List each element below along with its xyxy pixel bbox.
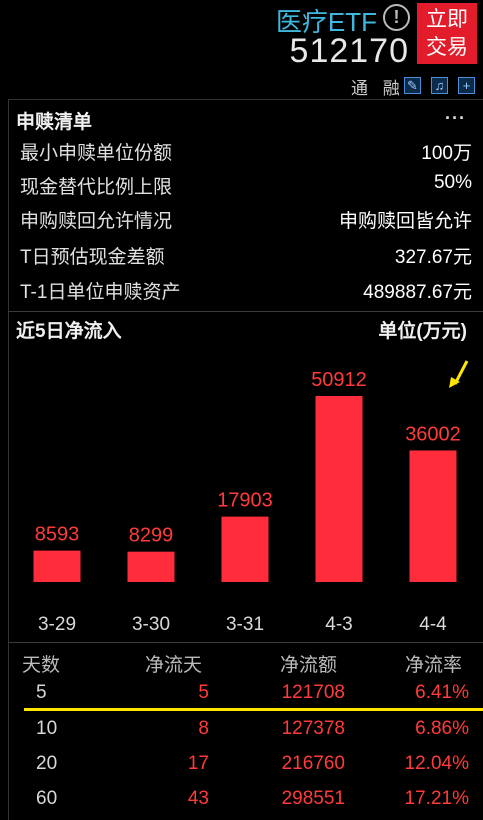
bar-3-29 [33,550,81,582]
bar-value-label: 17903 [217,490,273,512]
row-label: 最小申赎单位份额 [20,143,173,164]
trade-button-line2: 交易 [426,36,468,59]
redemption-row: 最小申赎单位份额 100万 [20,138,472,172]
row-value: 489887.67元 [363,282,472,303]
bar-3-31 [221,516,269,582]
row-net-rate: 17.21% [404,788,469,809]
row-net-days: 5 [198,682,209,703]
table-row: 10 8 127378 6.86% [0,718,483,753]
row-net-days: 43 [187,788,209,809]
row-net-amount: 298551 [281,788,345,809]
row-value: 申购赎回皆允许 [338,211,472,232]
bar-value-label: 50912 [311,369,367,391]
row-net-days: 17 [187,753,209,774]
header-days: 天数 [22,655,61,676]
redemption-row: T日预估现金差额 327.67元 [20,242,472,276]
inflow-title: 近5日净流入 [16,321,122,342]
highlight-line [24,708,483,711]
row-net-rate: 6.41% [415,682,469,703]
redemption-row: T-1日单位申赎资产 489887.67元 [20,277,472,311]
header: 医疗ETF ! 立即 交易 512170 通 融 ✎ ♫ + [0,0,483,100]
row-label: T-1日单位申赎资产 [20,282,181,303]
row-net-amount: 127378 [281,718,345,739]
row-net-amount: 216760 [281,753,345,774]
row-value: 100万 [421,143,472,164]
row-net-amount: 121708 [281,682,345,703]
redemption-row: 申购赎回允许情况 申购赎回皆允许 [20,206,472,240]
x-tick-label: 4-3 [325,614,352,635]
row-label: 现金替代比例上限 [20,177,173,198]
trade-button[interactable]: 立即 交易 [417,3,477,64]
bar-4-4 [409,450,457,582]
bar-value-label: 8593 [35,524,80,546]
edit-icon[interactable]: ✎ [404,77,421,94]
bar-4-3 [315,396,363,582]
fund-code: 512170 [289,32,409,70]
row-label: T日预估现金差额 [20,247,165,268]
row-days: 60 [36,788,58,809]
header-net-amount: 净流额 [280,655,338,676]
row-net-rate: 6.86% [415,718,469,739]
row-days: 10 [36,718,58,739]
row-net-rate: 12.04% [404,753,469,774]
table-header: 天数 净流天 净流额 净流率 [0,650,483,680]
row-label: 申购赎回允许情况 [20,211,173,232]
bar-3-30 [127,551,175,582]
table-row: 5 5 121708 6.41% [0,682,483,717]
bar-value-label: 8299 [129,525,174,547]
x-tick-label: 3-30 [132,614,170,635]
section-divider [8,642,483,643]
row-net-days: 8 [198,718,209,739]
unit-label: 单位(万元) [378,321,467,342]
header-divider [8,99,483,100]
more-icon[interactable]: ··· [445,108,466,129]
x-tick-label: 3-29 [38,614,76,635]
header-net-rate: 净流率 [405,655,463,676]
bell-icon[interactable]: ♫ [431,77,448,94]
margin-tags: 通 融 [351,79,405,98]
trade-button-line1: 立即 [426,8,468,31]
redemption-title: 申赎清单 [16,112,93,133]
exclamation-icon[interactable]: ! [383,4,410,31]
inflow-chart: 8593 3-29 8299 3-30 17903 3-31 50912 4-3 36002 4-… [33,369,461,635]
row-value: 50% [433,172,472,193]
row-days: 20 [36,753,58,774]
row-days: 5 [36,682,47,703]
table-row: 20 17 216760 12.04% [0,753,483,788]
bar-value-label: 36002 [405,423,461,445]
x-tick-label: 4-4 [419,614,447,635]
header-net-days: 净流天 [145,655,203,676]
table-row: 60 43 298551 17.21% [0,788,483,820]
x-tick-label: 3-31 [226,614,264,635]
redemption-row: 现金替代比例上限 50% [20,172,472,206]
add-icon[interactable]: + [458,77,475,94]
row-value: 327.67元 [394,247,472,268]
section-divider [8,311,483,312]
